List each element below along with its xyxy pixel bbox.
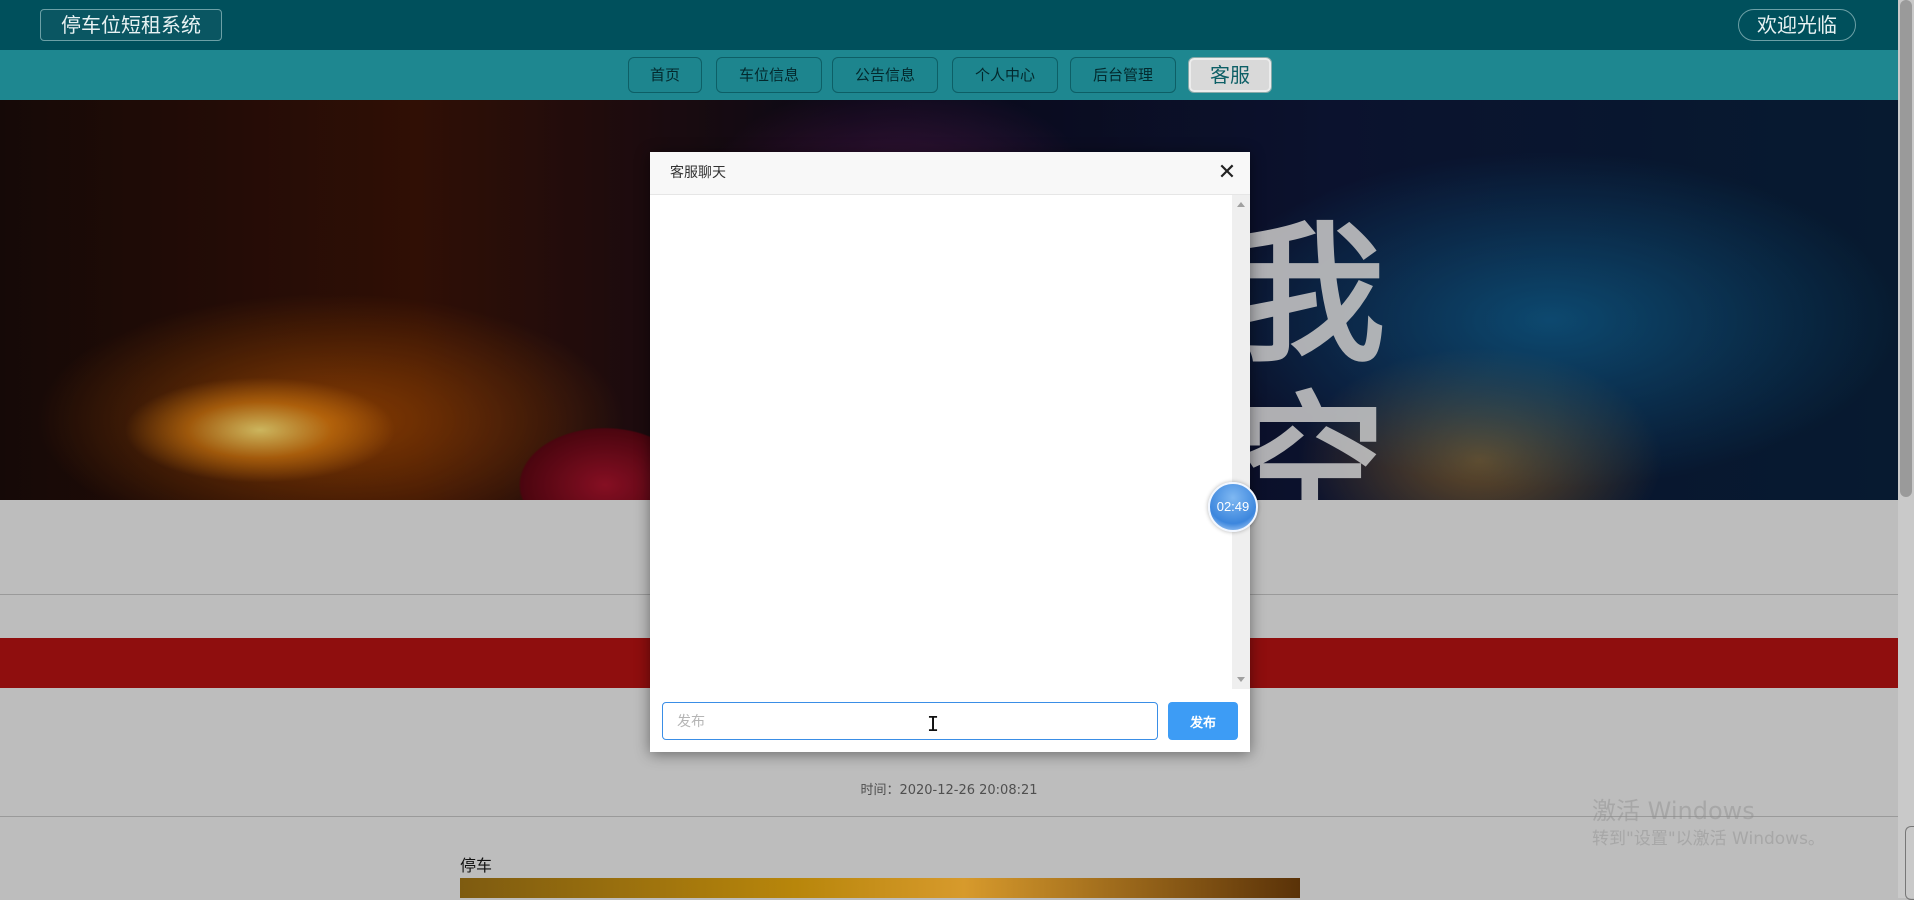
customer-service-chat-dialog: 客服聊天 ✕ 发布 [650, 152, 1250, 752]
text-cursor-icon: I [927, 712, 940, 736]
nav-admin[interactable]: 后台管理 [1070, 57, 1176, 93]
dialog-title: 客服聊天 [670, 165, 726, 181]
chat-input[interactable] [662, 702, 1158, 740]
watermark-line-1: 激活 Windows [1592, 797, 1755, 825]
close-icon[interactable]: ✕ [1214, 160, 1240, 186]
chat-message-area[interactable] [650, 195, 1232, 689]
side-handle[interactable] [1905, 826, 1914, 900]
windows-activation-watermark: 激活 Windows 转到"设置"以激活 Windows。 [1592, 797, 1825, 853]
nav-customer-service[interactable]: 客服 [1188, 57, 1272, 93]
page-scrollbar-thumb[interactable] [1900, 0, 1912, 497]
nav-home[interactable]: 首页 [628, 57, 702, 93]
scroll-down-arrow-icon[interactable] [1237, 677, 1245, 682]
article-image [460, 878, 1300, 898]
dialog-header: 客服聊天 ✕ [650, 152, 1250, 195]
scroll-up-arrow-icon[interactable] [1237, 202, 1245, 207]
article-time: 时间：2020-12-26 20:08:21 [860, 783, 1038, 798]
page-scrollbar[interactable] [1898, 0, 1914, 898]
article-title: 停车 [460, 856, 493, 875]
nav-parking-info[interactable]: 车位信息 [716, 57, 822, 93]
chat-scrollbar[interactable] [1232, 195, 1250, 689]
send-button[interactable]: 发布 [1168, 702, 1238, 740]
welcome-badge[interactable]: 欢迎光临 [1738, 9, 1856, 41]
watermark-line-2: 转到"设置"以激活 Windows。 [1592, 829, 1825, 849]
site-brand-title[interactable]: 停车位短租系统 [40, 9, 222, 41]
floating-timer-badge[interactable]: 02:49 [1208, 482, 1258, 532]
main-nav: 首页 车位信息 公告信息 个人中心 后台管理 客服 [0, 50, 1898, 100]
nav-announcements[interactable]: 公告信息 [832, 57, 938, 93]
nav-personal-center[interactable]: 个人中心 [952, 57, 1058, 93]
top-header-bar: 停车位短租系统 欢迎光临 [0, 0, 1898, 50]
